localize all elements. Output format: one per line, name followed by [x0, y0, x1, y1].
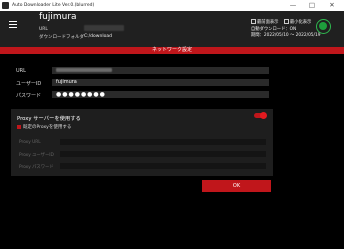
password-input[interactable]: ●●●●●●●●	[52, 91, 269, 98]
toggle-knob	[260, 112, 267, 119]
proxy-toggle[interactable]	[254, 112, 267, 119]
status-dot-icon	[319, 22, 328, 31]
checkbox-checked-icon	[17, 124, 21, 129]
url-label: URL	[39, 27, 48, 32]
window-title: Auto Downloader Lite Ver.0.(blurred)	[12, 3, 95, 8]
proxy-url-label: Proxy URL	[19, 140, 41, 145]
menu-icon[interactable]	[9, 21, 17, 28]
password-label: パスワード	[16, 93, 42, 99]
user-id-input[interactable]: fujimura	[52, 79, 269, 86]
download-folder-value: C:/download	[84, 34, 112, 39]
period-status: 期間：2022/05/10 〜 2022/05/19	[251, 33, 321, 38]
user-id-label: ユーザーID	[16, 81, 42, 87]
use-default-proxy-checkbox[interactable]: 既定のProxyを使用する	[17, 124, 71, 130]
close-button[interactable]: ✕	[325, 1, 339, 10]
maximize-button[interactable]: □	[305, 1, 319, 10]
url-value-blurred	[84, 25, 124, 31]
profile-name: fujimura	[39, 12, 77, 22]
always-on-top-option[interactable]: 最前面表示	[251, 19, 278, 25]
checkbox-icon	[283, 19, 289, 24]
checkbox-icon	[251, 19, 256, 24]
url-input-blurred-value	[56, 67, 112, 72]
minimize-display-option[interactable]: 最小化表示	[283, 19, 311, 25]
download-folder-label: ダウンロードフォルダ	[39, 35, 84, 40]
header-options: 最前面表示 最小化表示	[251, 19, 311, 25]
proxy-password-label: Proxy パスワード	[19, 165, 54, 170]
status-indicator-button[interactable]	[316, 19, 331, 34]
minimize-button[interactable]: —	[286, 1, 300, 10]
proxy-panel: Proxy サーバーを使用する 既定のProxyを使用する Proxy URL …	[11, 109, 273, 176]
app-icon	[2, 2, 9, 9]
proxy-url-input[interactable]	[60, 139, 266, 145]
ok-button[interactable]: OK	[202, 180, 271, 192]
section-title: ネットワーク設定	[0, 47, 344, 54]
proxy-title: Proxy サーバーを使用する	[17, 116, 81, 122]
url-field-label: URL	[16, 68, 26, 74]
url-input[interactable]	[52, 67, 269, 74]
proxy-password-input[interactable]	[60, 163, 266, 169]
proxy-user-label: Proxy ユーザーID	[19, 153, 54, 158]
title-bar: Auto Downloader Lite Ver.0.(blurred) — □…	[0, 0, 344, 11]
proxy-user-input[interactable]	[60, 151, 266, 157]
